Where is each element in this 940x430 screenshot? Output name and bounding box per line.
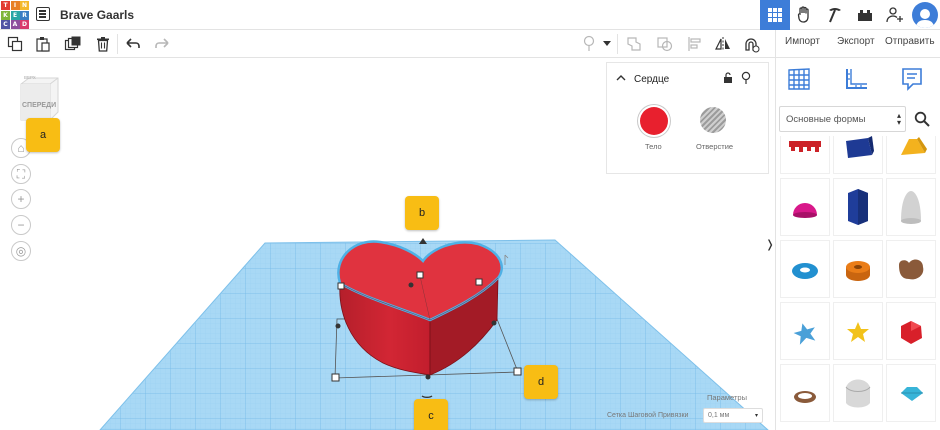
inspector-title: Сердце xyxy=(634,74,670,85)
logo-letter: K xyxy=(1,10,10,20)
chevron-down-icon[interactable] xyxy=(600,34,614,54)
shape-box[interactable] xyxy=(833,136,883,174)
hole-button[interactable] xyxy=(700,107,726,133)
logo-letter: T xyxy=(1,1,10,10)
scale-handle[interactable] xyxy=(337,282,345,290)
shape-category-select[interactable]: Основные формы ▴ ▾ xyxy=(779,106,906,132)
shape-category-value: Основные формы xyxy=(786,114,866,125)
group-icon[interactable] xyxy=(625,34,645,54)
fit-view-icon[interactable]: ⛶ xyxy=(11,164,31,184)
copy-icon[interactable] xyxy=(5,34,25,54)
project-title[interactable]: Brave Gaarls xyxy=(60,8,134,22)
mirror-icon[interactable] xyxy=(713,34,733,54)
scale-handle[interactable] xyxy=(475,278,483,286)
select-arrows-icon: ▴ ▾ xyxy=(896,111,901,127)
bricks-icon[interactable] xyxy=(850,0,880,30)
paste-icon[interactable] xyxy=(33,34,53,54)
logo-letter: C xyxy=(1,20,10,29)
snap-grid-select[interactable]: 0,1 мм ▾ xyxy=(703,408,763,423)
shape-text[interactable] xyxy=(780,136,830,174)
logo-letter: I xyxy=(10,1,20,10)
undo-icon[interactable] xyxy=(123,34,143,54)
align-icon[interactable] xyxy=(685,34,705,54)
settings-button[interactable]: Параметры xyxy=(707,393,747,402)
tinker-hand-icon[interactable] xyxy=(790,0,820,30)
shape-torus[interactable] xyxy=(780,240,830,298)
logo-letter: A xyxy=(10,20,20,29)
snap-grid-value: 0,1 мм xyxy=(708,412,730,419)
shape-grid xyxy=(780,136,938,430)
note-bulb-icon[interactable] xyxy=(579,34,599,54)
logo-letter: R xyxy=(20,10,29,20)
workplane-grid-icon[interactable] xyxy=(786,66,812,92)
scale-handle[interactable] xyxy=(416,271,424,279)
export-button[interactable]: Экспорт xyxy=(837,36,875,47)
send-to-button[interactable]: Отправить xyxy=(885,36,935,47)
shapes-panel: Основные формы ▴ ▾ xyxy=(775,58,940,430)
logo-letter: D xyxy=(20,20,29,29)
collapse-chevron-icon[interactable] xyxy=(616,73,626,83)
solid-color-button[interactable] xyxy=(640,107,668,135)
shape-round-roof[interactable] xyxy=(833,364,883,422)
design-menu-icon[interactable] xyxy=(36,7,50,21)
top-bar: TIN KER CAD Brave Gaarls xyxy=(0,0,940,30)
center-handle[interactable] xyxy=(408,282,414,288)
perspective-icon[interactable]: ◎ xyxy=(11,241,31,261)
delete-icon[interactable] xyxy=(93,34,113,54)
lock-icon[interactable] xyxy=(723,72,733,84)
shape-paraboloid[interactable] xyxy=(886,178,936,236)
tinkercad-editor: TIN KER CAD Brave Gaarls Импорт Экспорт От… xyxy=(0,0,940,430)
shape-ring[interactable] xyxy=(780,364,830,422)
shape-icosahedron[interactable] xyxy=(886,302,936,360)
edit-toolbar: Импорт Экспорт Отправить xyxy=(0,30,940,58)
shape-inspector: Сердце Тело Отверстие xyxy=(606,62,769,174)
cruise-magnet-icon[interactable] xyxy=(741,34,761,54)
import-button[interactable]: Импорт xyxy=(785,36,820,47)
shape-star-gold[interactable] xyxy=(833,302,883,360)
shape-polygon[interactable] xyxy=(833,178,883,236)
toolbar-divider xyxy=(775,30,776,58)
shape-tube[interactable] xyxy=(833,240,883,298)
corner-handle[interactable] xyxy=(331,373,340,382)
solid-label: Тело xyxy=(645,142,662,151)
user-avatar[interactable] xyxy=(912,2,938,28)
caret-down-icon: ▾ xyxy=(754,413,758,419)
corner-handle[interactable] xyxy=(513,367,522,376)
snap-grid-label: Сетка Шаговой Привязки xyxy=(607,412,689,419)
duplicate-icon[interactable] xyxy=(63,34,83,54)
zoom-in-icon[interactable]: + xyxy=(11,189,31,209)
callout-a: a xyxy=(26,118,60,152)
top-right-actions xyxy=(760,0,940,30)
add-user-icon[interactable] xyxy=(880,0,910,30)
callout-b: b xyxy=(405,196,439,230)
shape-diamond[interactable] xyxy=(886,364,936,422)
hole-label: Отверстие xyxy=(696,142,734,151)
callout-d: d xyxy=(524,365,558,399)
view-cube[interactable]: ВЕРХ СПЕРЕДИ xyxy=(18,75,60,124)
toolbar-divider xyxy=(117,34,118,54)
pickaxe-icon[interactable] xyxy=(820,0,850,30)
search-icon[interactable] xyxy=(909,106,935,132)
logo-letter: N xyxy=(20,1,29,10)
shape-star[interactable] xyxy=(780,302,830,360)
zoom-out-icon[interactable]: − xyxy=(11,215,31,235)
shape-half-sphere[interactable] xyxy=(780,178,830,236)
ruler-icon[interactable] xyxy=(843,66,869,92)
callout-c: c xyxy=(414,399,448,430)
redo-icon[interactable] xyxy=(152,34,172,54)
view-cube-front[interactable]: СПЕРЕДИ xyxy=(22,102,56,109)
toolbar-divider xyxy=(617,34,618,54)
ungroup-icon[interactable] xyxy=(655,34,675,54)
grid-view-icon[interactable] xyxy=(760,0,790,30)
view-cube-top[interactable]: ВЕРХ xyxy=(24,75,36,80)
logo-letter: E xyxy=(10,10,20,20)
panel-collapse-chevron-icon[interactable]: ❭ xyxy=(765,232,775,256)
shape-organic[interactable] xyxy=(886,240,936,298)
visibility-bulb-icon[interactable] xyxy=(741,71,751,85)
shape-roof[interactable] xyxy=(886,136,936,174)
notes-icon[interactable] xyxy=(899,66,925,92)
tinkercad-logo[interactable]: TIN KER CAD xyxy=(1,1,29,29)
